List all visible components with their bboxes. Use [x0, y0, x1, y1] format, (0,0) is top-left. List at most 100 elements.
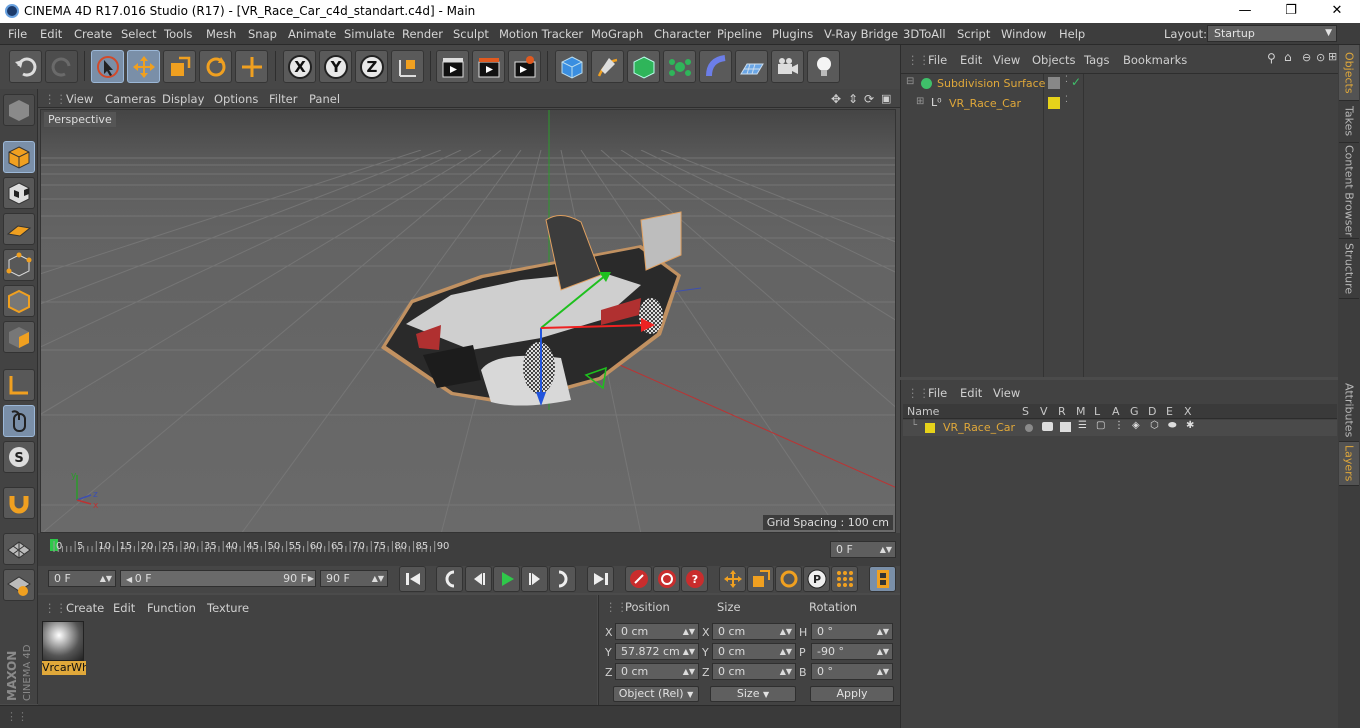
recent-tools-button[interactable]: [235, 50, 268, 83]
eye-icon[interactable]: [1042, 422, 1053, 431]
floor-button[interactable]: [735, 50, 768, 83]
pan-view-icon[interactable]: ✥: [831, 92, 841, 106]
tab-structure[interactable]: Structure: [1339, 239, 1359, 299]
deformer-button[interactable]: [699, 50, 732, 83]
column-generators[interactable]: G: [1130, 405, 1139, 418]
autokeying-button[interactable]: [653, 566, 680, 592]
column-expressions[interactable]: E: [1166, 405, 1173, 418]
timeline-ruler[interactable]: 0 5 10 15 20 25 30 35 40 45 50 55 60 65 70 75 80 85 90 0 F…: [38, 533, 900, 566]
visibility-dots-icon[interactable]: ⁚: [1065, 95, 1068, 105]
menu-file[interactable]: File: [8, 27, 27, 41]
editor-visibility-icon[interactable]: [1048, 77, 1060, 89]
menu-select[interactable]: Select: [121, 27, 156, 41]
menu-character[interactable]: Character: [654, 27, 711, 41]
record-scale-button[interactable]: [747, 566, 774, 592]
solo-mode-button[interactable]: S: [3, 441, 35, 473]
xref-icon[interactable]: ✱: [1186, 420, 1194, 431]
column-render[interactable]: R: [1058, 405, 1066, 418]
menu-animate[interactable]: Animate: [288, 27, 336, 41]
close-button[interactable]: ✕: [1314, 0, 1360, 23]
pen-spline-button[interactable]: [591, 50, 624, 83]
render-view-button[interactable]: [436, 50, 469, 83]
model-mode-button[interactable]: [3, 141, 35, 173]
position-y-field[interactable]: 57.872 cm ▲▼: [615, 643, 699, 660]
lock-icon[interactable]: ▢: [1096, 420, 1105, 431]
object-menu-objects[interactable]: Objects: [1032, 53, 1075, 67]
layer-menu-file[interactable]: File: [928, 386, 947, 400]
layer-color-swatch[interactable]: [1048, 97, 1060, 109]
coordinate-system-button[interactable]: [391, 50, 424, 83]
animation-icon[interactable]: ⋮: [1114, 420, 1124, 431]
material-menu-texture[interactable]: Texture: [207, 601, 249, 615]
home-icon[interactable]: ⌂: [1284, 50, 1292, 64]
points-mode-button[interactable]: [3, 249, 35, 281]
move-tool-button[interactable]: [127, 50, 160, 83]
menu-sculpt[interactable]: Sculpt: [453, 27, 489, 41]
current-frame-field[interactable]: 0 F ▲▼: [830, 541, 896, 558]
column-deformers[interactable]: D: [1148, 405, 1156, 418]
layer-row[interactable]: └ VR_Race_Car ☰ ▢ ⋮ ◈ ⬡ ⬬ ✱: [903, 420, 1337, 436]
perspective-viewport[interactable]: y z x Perspective Grid Spacing : 100 cm: [40, 109, 896, 533]
dolly-view-icon[interactable]: ⇕: [848, 92, 858, 106]
scale-tool-button[interactable]: [163, 50, 196, 83]
tab-layers[interactable]: Layers: [1339, 442, 1359, 486]
viewport-menu-display[interactable]: Display: [162, 92, 204, 106]
subdivision-surface-button[interactable]: [627, 50, 660, 83]
play-button[interactable]: [493, 566, 520, 592]
apply-button[interactable]: Apply: [810, 686, 894, 702]
menu-edit[interactable]: Edit: [40, 27, 62, 41]
axis-mode-button[interactable]: [3, 369, 35, 401]
render-settings-button[interactable]: [508, 50, 541, 83]
visibility-dots-icon[interactable]: ⁚: [1065, 75, 1068, 85]
deformer-icon[interactable]: ⬡: [1150, 420, 1159, 431]
live-selection-button[interactable]: [91, 50, 124, 83]
rotate-view-icon[interactable]: ⟳: [864, 92, 874, 106]
viewport-menu-options[interactable]: Options: [214, 92, 258, 106]
viewport-menu-view[interactable]: View: [66, 92, 93, 106]
layout-select[interactable]: Startup ▼: [1207, 25, 1337, 42]
tab-content-browser[interactable]: Content Browser: [1339, 143, 1359, 239]
object-menu-edit[interactable]: Edit: [960, 53, 982, 67]
menu-script[interactable]: Script: [957, 27, 990, 41]
menu-tools[interactable]: Tools: [164, 27, 192, 41]
menu-vray-bridge[interactable]: V-Ray Bridge: [824, 27, 898, 41]
cube-primitive-button[interactable]: [555, 50, 588, 83]
z-axis-lock-button[interactable]: Z: [355, 50, 388, 83]
render-clapper-icon[interactable]: [1060, 422, 1071, 432]
workplane-mode-button[interactable]: [3, 213, 35, 245]
column-locked[interactable]: L: [1094, 405, 1100, 418]
mograph-cloner-button[interactable]: [663, 50, 696, 83]
rotation-b-field[interactable]: 0 ° ▲▼: [811, 663, 893, 680]
enabled-check-icon[interactable]: ✓: [1071, 75, 1081, 89]
material-menu-function[interactable]: Function: [147, 601, 196, 615]
menu-pipeline[interactable]: Pipeline: [717, 27, 762, 41]
record-point-level-button[interactable]: [831, 566, 858, 592]
maximize-button[interactable]: ❐: [1268, 0, 1314, 23]
size-x-field[interactable]: 0 cm ▲▼: [712, 623, 796, 640]
record-position-button[interactable]: [719, 566, 746, 592]
material-menu-edit[interactable]: Edit: [113, 601, 135, 615]
light-button[interactable]: [807, 50, 840, 83]
redo-button[interactable]: [45, 50, 78, 83]
maximize-view-icon[interactable]: ▣: [881, 92, 891, 105]
menu-snap[interactable]: Snap: [248, 27, 277, 41]
manager-list-icon[interactable]: ☰: [1078, 420, 1087, 431]
make-editable-button[interactable]: [3, 94, 35, 126]
max-frame-field[interactable]: 90 F ▲▼: [320, 570, 388, 587]
tab-takes[interactable]: Takes: [1339, 101, 1359, 143]
record-parameter-button[interactable]: P: [803, 566, 830, 592]
next-frame-button[interactable]: [521, 566, 548, 592]
y-axis-lock-button[interactable]: Y: [319, 50, 352, 83]
preview-range-slider[interactable]: ◀ 0 F 90 F ▶: [120, 570, 316, 587]
rotation-h-field[interactable]: 0 ° ▲▼: [811, 623, 893, 640]
material-menu-create[interactable]: Create: [66, 601, 104, 615]
menu-simulate[interactable]: Simulate: [344, 27, 395, 41]
tab-objects[interactable]: Objects: [1339, 45, 1359, 101]
layer-color-swatch[interactable]: [925, 423, 935, 433]
menu-window[interactable]: Window: [1001, 27, 1046, 41]
camera-button[interactable]: [771, 50, 804, 83]
position-x-field[interactable]: 0 cm ▲▼: [615, 623, 699, 640]
rotate-tool-button[interactable]: [199, 50, 232, 83]
position-z-field[interactable]: 0 cm ▲▼: [615, 663, 699, 680]
race-car-model[interactable]: [381, 211, 682, 406]
